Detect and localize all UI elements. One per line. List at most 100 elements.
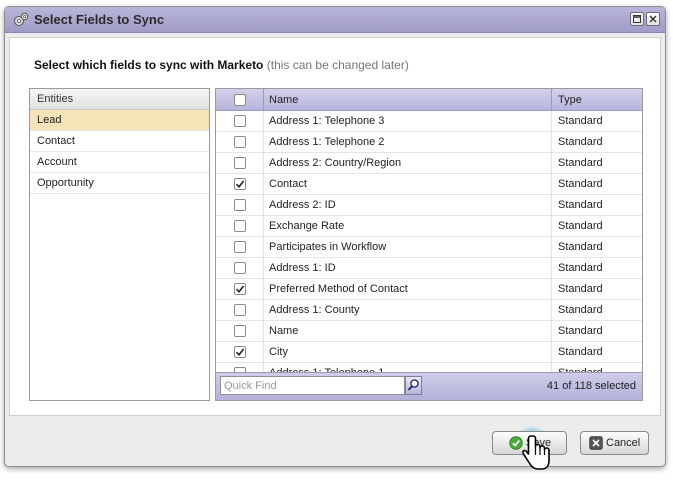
field-name: Participates in Workflow (264, 237, 552, 258)
x-icon (589, 436, 603, 450)
table-row[interactable]: Preferred Method of Contact Standard (216, 279, 642, 300)
field-type: Standard (558, 346, 603, 358)
fields-table: Name Type Address 1: Telephone 3 Standard… (215, 88, 643, 401)
selected-count: 41 of 118 selected (546, 380, 636, 392)
table-row[interactable]: Address 1: ID Standard (216, 258, 642, 279)
field-type: Standard (558, 262, 603, 274)
select-all-checkbox[interactable] (234, 94, 246, 106)
gears-icon (14, 12, 29, 26)
field-type: Standard (558, 136, 603, 148)
table-row[interactable]: Address 2: Country/Region Standard (216, 153, 642, 174)
row-checkbox[interactable] (234, 220, 246, 232)
row-checkbox[interactable] (234, 304, 246, 316)
row-checkbox-cell (216, 132, 264, 153)
dialog-title: Select Fields to Sync (34, 12, 165, 27)
row-checkbox[interactable] (234, 199, 246, 211)
field-type: Standard (558, 304, 603, 316)
entity-item-opportunity[interactable]: Opportunity (30, 173, 209, 194)
close-icon (649, 15, 657, 23)
row-checkbox[interactable] (234, 346, 246, 358)
row-checkbox-cell (216, 321, 264, 342)
field-type: Standard (558, 178, 603, 190)
table-row[interactable]: Address 1: Telephone 3 Standard (216, 111, 642, 132)
row-checkbox-cell (216, 216, 264, 237)
table-row[interactable]: Address 1: Telephone 1Standard (216, 363, 642, 372)
row-checkbox-cell (216, 342, 264, 363)
cancel-button-label: Cancel (606, 437, 641, 449)
row-checkbox-cell (216, 237, 264, 258)
quick-find-input[interactable] (220, 376, 405, 395)
row-checkbox[interactable] (234, 178, 246, 190)
field-name: Address 2: ID (264, 195, 552, 216)
table-row[interactable]: Address 1: Telephone 2 Standard (216, 132, 642, 153)
row-checkbox[interactable] (234, 115, 246, 127)
field-name: Exchange Rate (264, 216, 552, 237)
close-button[interactable] (646, 12, 660, 26)
field-name: Address 1: Telephone 1 (264, 363, 552, 372)
entity-item-contact[interactable]: Contact (30, 131, 209, 152)
select-all-column (216, 89, 264, 111)
fields-table-rows[interactable]: Address 1: Telephone 3 Standard Address 1:… (216, 111, 642, 372)
row-checkbox[interactable] (234, 262, 246, 274)
table-row[interactable]: Address 2: ID Standard (216, 195, 642, 216)
field-name: Address 1: ID (264, 258, 552, 279)
row-checkbox[interactable] (234, 241, 246, 253)
field-name: Address 1: Telephone 3 (264, 111, 552, 132)
table-row[interactable]: Contact Standard (216, 174, 642, 195)
field-name: Contact (264, 174, 552, 195)
field-name: Address 1: Telephone 2 (264, 132, 552, 153)
select-fields-dialog: Select Fields to Sync Select which field… (4, 6, 666, 467)
hand-pointer-icon (522, 435, 550, 470)
table-row[interactable]: Name Standard (216, 321, 642, 342)
search-icon (407, 379, 419, 391)
field-type: Standard (558, 220, 603, 232)
row-checkbox[interactable] (234, 283, 246, 295)
row-checkbox[interactable] (234, 325, 246, 337)
row-checkbox[interactable] (234, 136, 246, 148)
row-checkbox-cell (216, 111, 264, 132)
entity-item-account[interactable]: Account (30, 152, 209, 173)
maximize-button[interactable] (630, 12, 644, 26)
row-checkbox-cell (216, 363, 264, 372)
table-row[interactable]: City Standard (216, 342, 642, 363)
field-name: Address 2: Country/Region (264, 153, 552, 174)
field-name: Name (264, 321, 552, 342)
row-checkbox-cell (216, 258, 264, 279)
row-checkbox[interactable] (234, 157, 246, 169)
fields-table-footer: 41 of 118 selected (216, 372, 642, 400)
type-column-header[interactable]: Type (552, 89, 642, 111)
entities-list: Entities Lead Contact Account Opportunit… (29, 88, 210, 401)
dialog-heading: Select which fields to sync with Marketo… (34, 58, 409, 72)
table-row[interactable]: Address 1: County Standard (216, 300, 642, 321)
entity-item-lead[interactable]: Lead (30, 110, 209, 131)
fields-table-header: Name Type (216, 89, 642, 111)
field-type: Standard (558, 157, 603, 169)
quick-find-button[interactable] (405, 376, 422, 395)
entities-header: Entities (30, 89, 209, 110)
checkmark-icon (235, 180, 245, 189)
name-column-header[interactable]: Name (264, 89, 552, 111)
row-checkbox-cell (216, 279, 264, 300)
checkmark-icon (235, 348, 245, 357)
heading-text: Select which fields to sync with Marketo (34, 58, 264, 72)
dialog-titlebar[interactable]: Select Fields to Sync (5, 7, 665, 33)
field-type: Standard (558, 283, 603, 295)
field-type: Standard (558, 199, 603, 211)
heading-note: (this can be changed later) (266, 58, 409, 72)
field-name: City (264, 342, 552, 363)
field-name: Address 1: County (264, 300, 552, 321)
row-checkbox-cell (216, 153, 264, 174)
field-type: Standard (558, 115, 603, 127)
maximize-icon (633, 15, 641, 23)
field-type: Standard (558, 241, 603, 253)
table-row[interactable]: Participates in Workflow Standard (216, 237, 642, 258)
row-checkbox-cell (216, 174, 264, 195)
cancel-button[interactable]: Cancel (580, 431, 649, 455)
checkmark-icon (509, 436, 523, 450)
table-row[interactable]: Exchange Rate Standard (216, 216, 642, 237)
field-type: Standard (552, 363, 642, 372)
field-type: Standard (558, 325, 603, 337)
checkmark-icon (235, 285, 245, 294)
dialog-body: Select which fields to sync with Marketo… (9, 37, 661, 416)
row-checkbox-cell (216, 195, 264, 216)
